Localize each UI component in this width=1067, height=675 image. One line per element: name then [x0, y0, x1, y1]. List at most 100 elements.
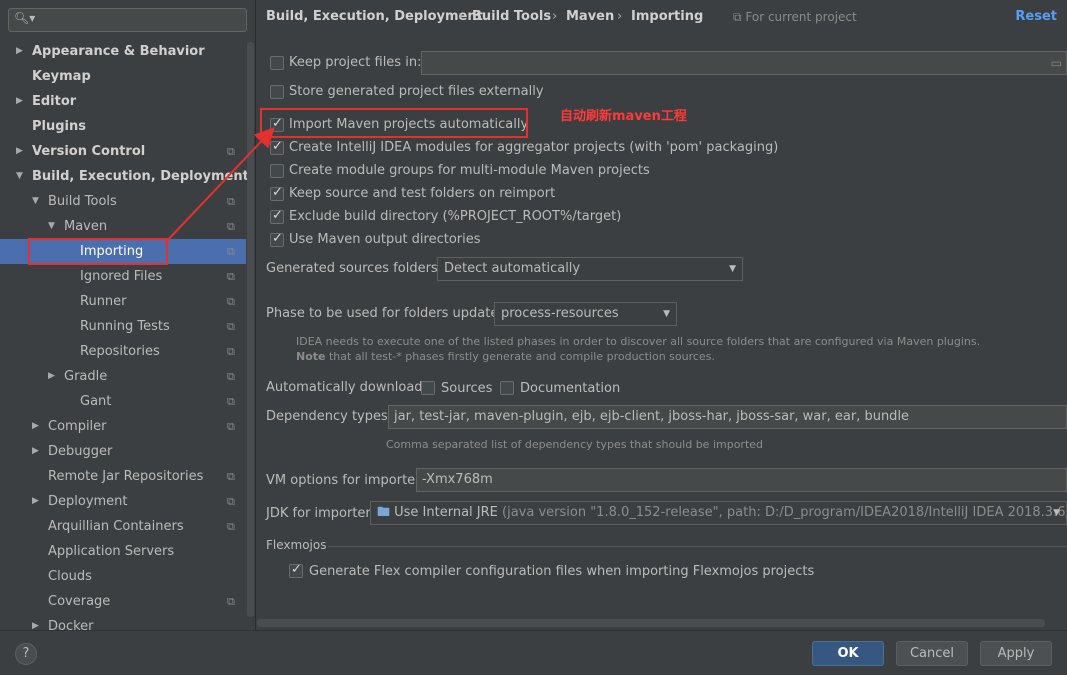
- store-externally-checkbox[interactable]: [270, 85, 284, 99]
- use-output-dirs-label: Use Maven output directories: [289, 232, 481, 247]
- expand-down-icon[interactable]: ▼: [32, 189, 39, 214]
- ok-button[interactable]: OK: [812, 641, 884, 666]
- sidebar-item-label: Build Tools: [48, 194, 117, 209]
- project-scope-icon: ⧉: [227, 395, 235, 408]
- download-documentation-label: Documentation: [520, 381, 621, 396]
- apply-button[interactable]: Apply: [980, 641, 1052, 666]
- sidebar-item-label: Application Servers: [48, 544, 175, 559]
- settings-search-input[interactable]: 🔍︎▾: [8, 8, 247, 32]
- jdk-value: Use Internal JRE: [394, 505, 498, 520]
- sidebar-item-build-tools[interactable]: ▼ Build Tools ⧉: [0, 189, 246, 214]
- sidebar-item-maven[interactable]: ▼ Maven ⧉: [0, 214, 246, 239]
- breadcrumb-separator: ›: [617, 9, 623, 24]
- phase-dropdown[interactable]: process-resources ▼: [494, 302, 677, 326]
- project-scope-icon: ⧉: [227, 220, 235, 233]
- jdk-label: JDK for importer:: [266, 506, 375, 521]
- sidebar-item-gant[interactable]: Gant ⧉: [0, 389, 246, 414]
- jdk-dropdown[interactable]: 🖿 Use Internal JRE (java version "1.8.0_…: [370, 501, 1067, 525]
- expand-right-icon[interactable]: ▶: [32, 614, 39, 630]
- create-modules-checkbox[interactable]: [270, 139, 284, 155]
- store-externally-label: Store generated project files externally: [289, 84, 544, 99]
- sidebar-item-version-control[interactable]: ▶ Version Control ⧉: [0, 139, 246, 164]
- auto-download-label: Automatically download:: [266, 380, 427, 395]
- sidebar-item-label: Docker: [48, 619, 94, 630]
- sidebar-item-arquillian-containers[interactable]: Arquillian Containers ⧉: [0, 514, 246, 539]
- project-files-path-field[interactable]: ▭: [421, 51, 1067, 75]
- keep-source-folders-checkbox[interactable]: [270, 185, 284, 201]
- jdk-detail: (java version "1.8.0_152-release", path:…: [497, 505, 1067, 520]
- breadcrumb-importing: Importing: [631, 9, 704, 24]
- breadcrumb-separator: ›: [552, 9, 558, 24]
- sidebar-item-label: Editor: [32, 94, 77, 109]
- chevron-down-icon: ▼: [729, 264, 736, 274]
- sidebar-item-ignored-files[interactable]: Ignored Files ⧉: [0, 264, 246, 289]
- sidebar-item-running-tests[interactable]: Running Tests ⧉: [0, 314, 246, 339]
- use-output-dirs-checkbox[interactable]: [270, 231, 284, 247]
- generated-sources-label: Generated sources folders:: [266, 261, 443, 276]
- expand-right-icon[interactable]: ▶: [32, 414, 39, 439]
- sidebar-item-build-execution-deployment[interactable]: ▼ Build, Execution, Deployment: [0, 164, 249, 189]
- sidebar-item-repositories[interactable]: Repositories ⧉: [0, 339, 246, 364]
- chevron-down-icon: ▼: [1053, 508, 1060, 518]
- sidebar-item-compiler[interactable]: ▶ Compiler ⧉: [0, 414, 246, 439]
- sidebar-item-deployment[interactable]: ▶ Deployment ⧉: [0, 489, 246, 514]
- vm-options-field[interactable]: -Xmx768m: [416, 468, 1067, 492]
- reset-link[interactable]: Reset: [1015, 9, 1057, 24]
- expand-right-icon[interactable]: ▶: [16, 89, 23, 114]
- sidebar-item-label: Running Tests: [80, 319, 170, 334]
- scope-label: For current project: [745, 10, 857, 24]
- cancel-button[interactable]: Cancel: [896, 641, 968, 666]
- project-scope-icon: ⧉: [227, 370, 235, 383]
- sidebar-item-clouds[interactable]: Clouds: [0, 564, 246, 589]
- exclude-build-dir-checkbox[interactable]: [270, 208, 284, 224]
- content-horizontal-scrollbar[interactable]: [257, 619, 1045, 627]
- sidebar-item-label: Ignored Files: [80, 269, 163, 284]
- chevron-down-icon: ▼: [663, 309, 670, 319]
- sidebar-scrollbar[interactable]: [247, 42, 254, 617]
- breadcrumb-maven[interactable]: Maven: [566, 9, 614, 24]
- sidebar-item-debugger[interactable]: ▶ Debugger: [0, 439, 246, 464]
- sidebar-item-editor[interactable]: ▶ Editor: [0, 89, 246, 114]
- keep-project-files-checkbox[interactable]: [270, 56, 284, 70]
- expand-right-icon[interactable]: ▶: [16, 39, 23, 64]
- download-sources-checkbox[interactable]: [421, 381, 435, 395]
- keep-project-files-label: Keep project files in:: [289, 55, 422, 70]
- expand-right-icon[interactable]: ▶: [16, 139, 23, 164]
- sidebar-item-docker[interactable]: ▶ Docker: [0, 614, 246, 630]
- expand-right-icon[interactable]: ▶: [32, 439, 39, 464]
- sidebar-item-coverage[interactable]: Coverage ⧉: [0, 589, 246, 614]
- project-scope-icon: ⧉: [227, 145, 235, 158]
- sidebar-item-keymap[interactable]: Keymap: [0, 64, 246, 89]
- flex-generate-checkbox[interactable]: [289, 562, 303, 578]
- download-documentation-checkbox[interactable]: [500, 381, 514, 395]
- breadcrumb-build-execution-deployment[interactable]: Build, Execution, Deployment: [266, 9, 483, 24]
- expand-down-icon[interactable]: ▼: [16, 164, 23, 189]
- flexmojos-section-title: Flexmojos: [266, 538, 327, 552]
- sidebar-item-label: Gradle: [64, 369, 108, 384]
- expand-right-icon[interactable]: ▶: [32, 489, 39, 514]
- sidebar-item-gradle[interactable]: ▶ Gradle ⧉: [0, 364, 246, 389]
- sidebar-item-label: Gant: [80, 394, 112, 409]
- sidebar-item-importing[interactable]: Importing ⧉: [0, 239, 246, 264]
- help-button[interactable]: ?: [15, 643, 37, 665]
- dependency-types-field[interactable]: jar, test-jar, maven-plugin, ejb, ejb-cl…: [388, 405, 1067, 429]
- sidebar-item-label: Deployment: [48, 494, 128, 509]
- sidebar-item-application-servers[interactable]: Application Servers: [0, 539, 246, 564]
- sidebar-item-runner[interactable]: Runner ⧉: [0, 289, 246, 314]
- sidebar-item-label: Compiler: [48, 419, 107, 434]
- breadcrumb-build-tools[interactable]: Build Tools: [472, 9, 551, 24]
- generated-sources-dropdown[interactable]: Detect automatically ▼: [437, 257, 743, 281]
- project-scope-icon: ⧉: [227, 470, 235, 483]
- expand-right-icon[interactable]: ▶: [48, 364, 55, 389]
- sidebar-item-remote-jar-repositories[interactable]: Remote Jar Repositories ⧉: [0, 464, 246, 489]
- folder-icon[interactable]: ▭: [1051, 52, 1062, 74]
- phase-hint-line2: Note that all test-* phases firstly gene…: [296, 350, 715, 363]
- expand-down-icon[interactable]: ▼: [48, 214, 55, 239]
- sidebar-item-label: Appearance & Behavior: [32, 44, 205, 59]
- create-modules-label: Create IntelliJ IDEA modules for aggrega…: [289, 140, 779, 155]
- create-groups-checkbox[interactable]: [270, 164, 284, 178]
- sidebar-item-appearance-behavior[interactable]: ▶ Appearance & Behavior: [0, 39, 246, 64]
- scope-indicator: ⧉ For current project: [733, 10, 857, 25]
- create-groups-label: Create module groups for multi-module Ma…: [289, 163, 650, 178]
- sidebar-item-plugins[interactable]: Plugins: [0, 114, 246, 139]
